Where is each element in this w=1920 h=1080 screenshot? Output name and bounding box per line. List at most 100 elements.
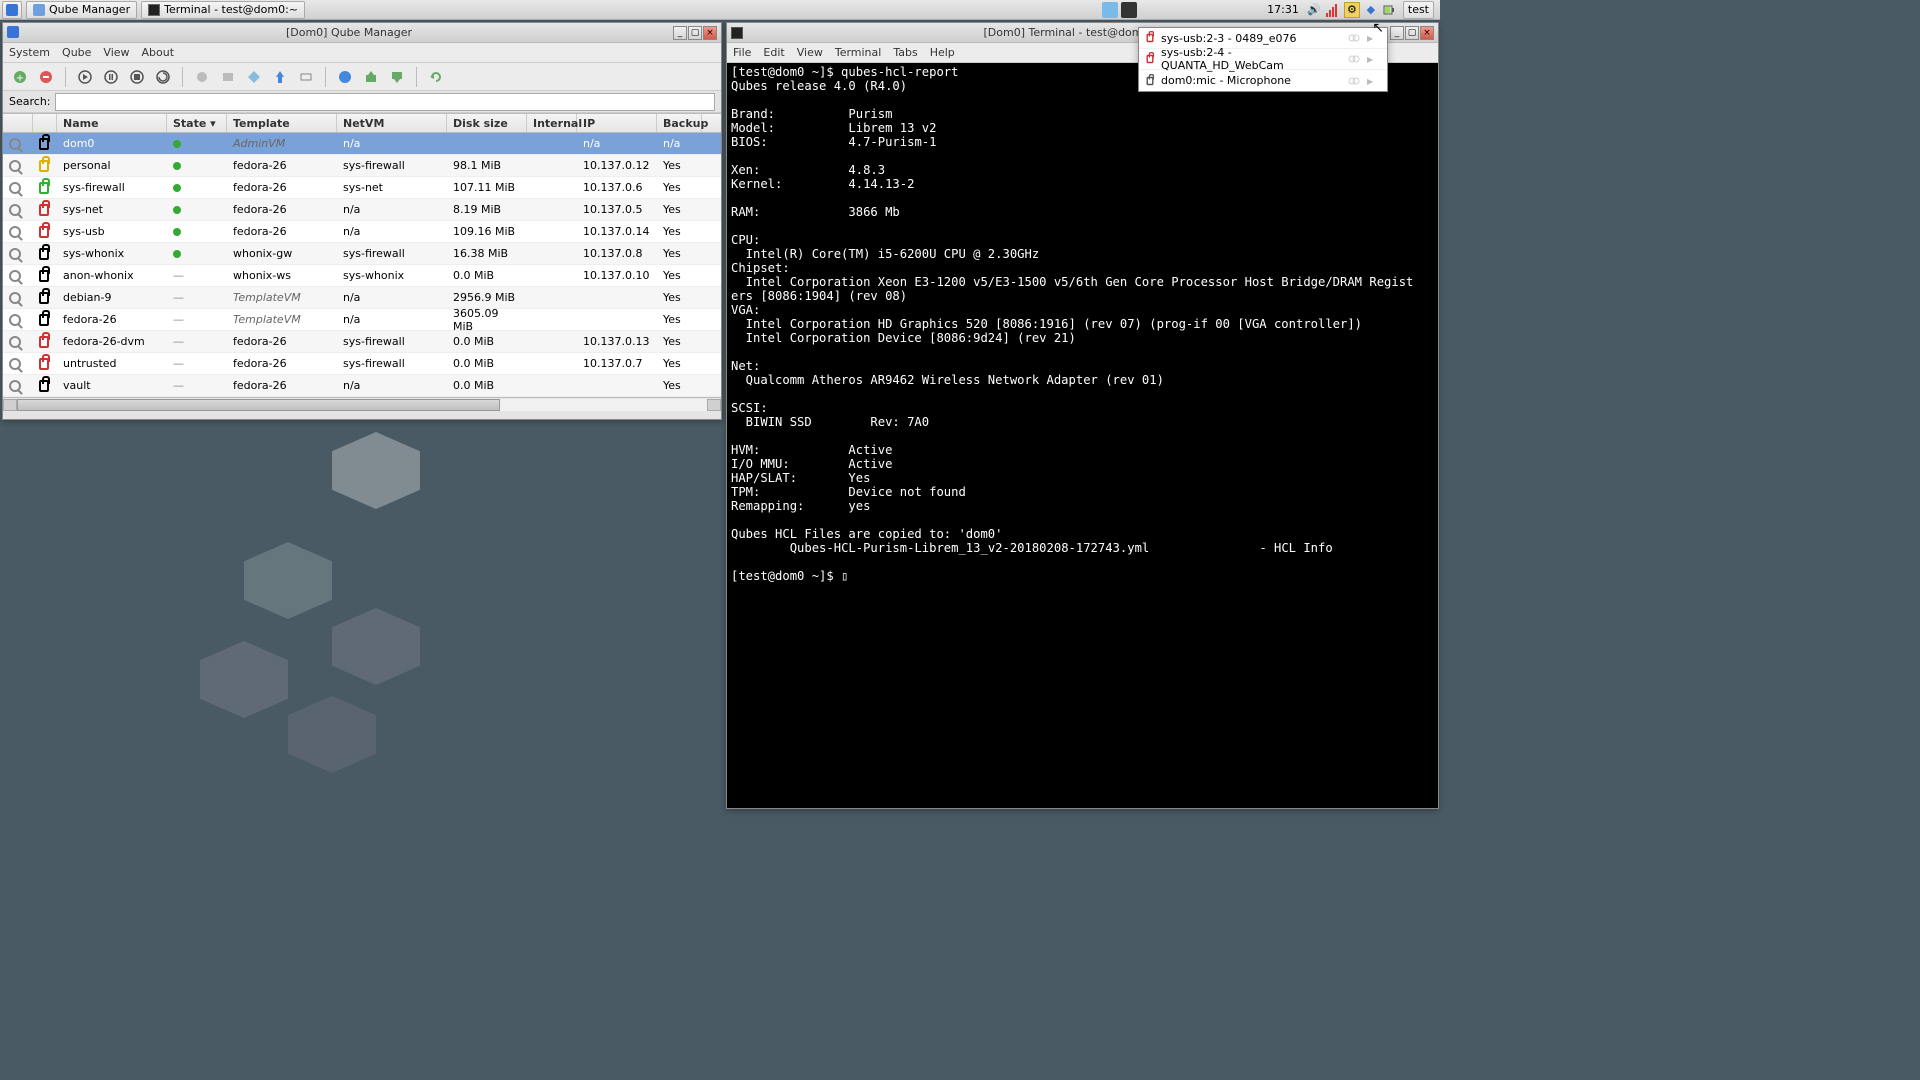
table-row[interactable]: dom0AdminVMn/an/an/a	[3, 133, 721, 155]
start-vm-button[interactable]	[74, 66, 96, 88]
minimize-button[interactable]: _	[1390, 26, 1404, 40]
col-internal[interactable]: Internal	[527, 114, 577, 132]
lock-icon	[1147, 76, 1154, 84]
col-state[interactable]: State ▾	[167, 114, 227, 132]
tray-workspace-1-icon[interactable]	[1102, 2, 1118, 18]
table-row[interactable]: fedora-26-dvm—fedora-26sys-firewall0.0 M…	[3, 331, 721, 353]
menu-qube[interactable]: Qube	[62, 46, 91, 59]
attach-icon[interactable]	[1347, 74, 1361, 88]
update-button[interactable]	[269, 66, 291, 88]
minimize-button[interactable]: _	[673, 26, 687, 40]
taskbar-app-terminal[interactable]: Terminal - test@dom0:~	[141, 1, 305, 19]
edit-firewall-button[interactable]	[217, 66, 239, 88]
col-name[interactable]: Name	[57, 114, 167, 132]
submenu-arrow-icon[interactable]	[1367, 74, 1381, 88]
col-backup[interactable]: Backup	[657, 114, 702, 132]
global-settings-button[interactable]	[334, 66, 356, 88]
keys-button[interactable]	[295, 66, 317, 88]
device-menu-item[interactable]: dom0:mic - Microphone	[1139, 70, 1387, 91]
submenu-arrow-icon[interactable]	[1367, 52, 1381, 66]
halted-icon: —	[173, 291, 184, 304]
refresh-button[interactable]	[425, 66, 447, 88]
mouse-cursor-icon: ↖	[1372, 20, 1384, 36]
restart-vm-button[interactable]	[152, 66, 174, 88]
qubes-start-button[interactable]	[2, 1, 22, 19]
menu-view[interactable]: View	[797, 46, 823, 59]
backup-button[interactable]	[360, 66, 382, 88]
vm-name: sys-net	[57, 203, 167, 216]
lock-icon	[39, 226, 49, 238]
apps-button[interactable]	[243, 66, 265, 88]
vm-name: sys-firewall	[57, 181, 167, 194]
vm-disk: 2956.9 MiB	[447, 291, 527, 304]
new-qube-button[interactable]: +	[9, 66, 31, 88]
battery-icon[interactable]	[1382, 2, 1398, 18]
search-icon	[9, 182, 21, 194]
table-row[interactable]: fedora-26—TemplateVMn/a3605.09 MiBYes	[3, 309, 721, 331]
vm-netvm: sys-firewall	[337, 247, 447, 260]
table-row[interactable]: sys-netfedora-26n/a8.19 MiB10.137.0.5Yes	[3, 199, 721, 221]
close-button[interactable]: ×	[703, 26, 717, 40]
vm-netvm: n/a	[337, 203, 447, 216]
menu-view[interactable]: View	[103, 46, 129, 59]
settings-button[interactable]	[191, 66, 213, 88]
attach-icon[interactable]	[1347, 31, 1361, 45]
table-row[interactable]: anon-whonix—whonix-wssys-whonix0.0 MiB10…	[3, 265, 721, 287]
menu-about[interactable]: About	[142, 46, 175, 59]
titlebar[interactable]: [Dom0] Qube Manager _ ▢ ×	[3, 23, 721, 43]
taskbar-app-label: Terminal - test@dom0:~	[164, 3, 298, 16]
table-row[interactable]: personalfedora-26sys-firewall98.1 MiB10.…	[3, 155, 721, 177]
close-button[interactable]: ×	[1420, 26, 1434, 40]
col-disk[interactable]: Disk size	[447, 114, 527, 132]
menu-help[interactable]: Help	[930, 46, 955, 59]
menu-terminal[interactable]: Terminal	[835, 46, 882, 59]
menu-system[interactable]: System	[9, 46, 50, 59]
pause-vm-button[interactable]	[100, 66, 122, 88]
maximize-button[interactable]: ▢	[1405, 26, 1419, 40]
search-input[interactable]	[55, 93, 716, 111]
menu-edit[interactable]: Edit	[763, 46, 784, 59]
scroll-thumb[interactable]	[17, 399, 500, 411]
tray-workspace-2-icon[interactable]	[1121, 2, 1137, 18]
scroll-left-button[interactable]	[3, 399, 17, 411]
horizontal-scrollbar[interactable]	[3, 397, 721, 411]
restore-button[interactable]	[386, 66, 408, 88]
menu-file[interactable]: File	[733, 46, 751, 59]
col-netvm[interactable]: NetVM	[337, 114, 447, 132]
vm-name: vault	[57, 379, 167, 392]
terminal-output[interactable]: [test@dom0 ~]$ qubes-hcl-report Qubes re…	[727, 63, 1438, 808]
network-signal-icon[interactable]	[1325, 2, 1341, 18]
app-icon	[33, 4, 45, 16]
table-row[interactable]: sys-usbfedora-26n/a109.16 MiB10.137.0.14…	[3, 221, 721, 243]
table-row[interactable]: vault—fedora-26n/a0.0 MiBYes	[3, 375, 721, 397]
col-ip[interactable]: IP	[577, 114, 657, 132]
attach-icon[interactable]	[1347, 52, 1361, 66]
maximize-button[interactable]: ▢	[688, 26, 702, 40]
lock-icon	[39, 380, 49, 392]
toolbar: +	[3, 63, 721, 91]
shutdown-vm-button[interactable]	[126, 66, 148, 88]
vm-netvm: n/a	[337, 137, 447, 150]
col-template[interactable]: Template	[227, 114, 337, 132]
vm-disk: 0.0 MiB	[447, 379, 527, 392]
lock-icon	[39, 182, 49, 194]
table-row[interactable]: sys-whonixwhonix-gwsys-firewall16.38 MiB…	[3, 243, 721, 265]
device-menu-item[interactable]: sys-usb:2-4 - QUANTA_HD_WebCam	[1139, 49, 1387, 70]
delete-qube-button[interactable]	[35, 66, 57, 88]
table-row[interactable]: debian-9—TemplateVMn/a2956.9 MiBYes	[3, 287, 721, 309]
table-row[interactable]: sys-firewallfedora-26sys-net107.11 MiB10…	[3, 177, 721, 199]
table-row[interactable]: untrusted—fedora-26sys-firewall0.0 MiB10…	[3, 353, 721, 375]
lock-icon	[39, 204, 49, 216]
devices-tray-icon[interactable]: ⚙	[1344, 2, 1360, 18]
scroll-right-button[interactable]	[707, 399, 721, 411]
taskbar-app-qube-manager[interactable]: Qube Manager	[26, 1, 137, 19]
menu-tabs[interactable]: Tabs	[893, 46, 917, 59]
vm-ip: 10.137.0.10	[577, 269, 657, 282]
device-label: dom0:mic - Microphone	[1161, 74, 1341, 87]
user-menu-button[interactable]: test	[1403, 1, 1434, 19]
volume-icon[interactable]: 🔊	[1306, 2, 1322, 18]
qubes-tray-icon[interactable]: ◆	[1363, 2, 1379, 18]
vm-template: AdminVM	[227, 137, 337, 150]
search-icon	[9, 314, 21, 326]
lock-icon	[39, 138, 49, 150]
